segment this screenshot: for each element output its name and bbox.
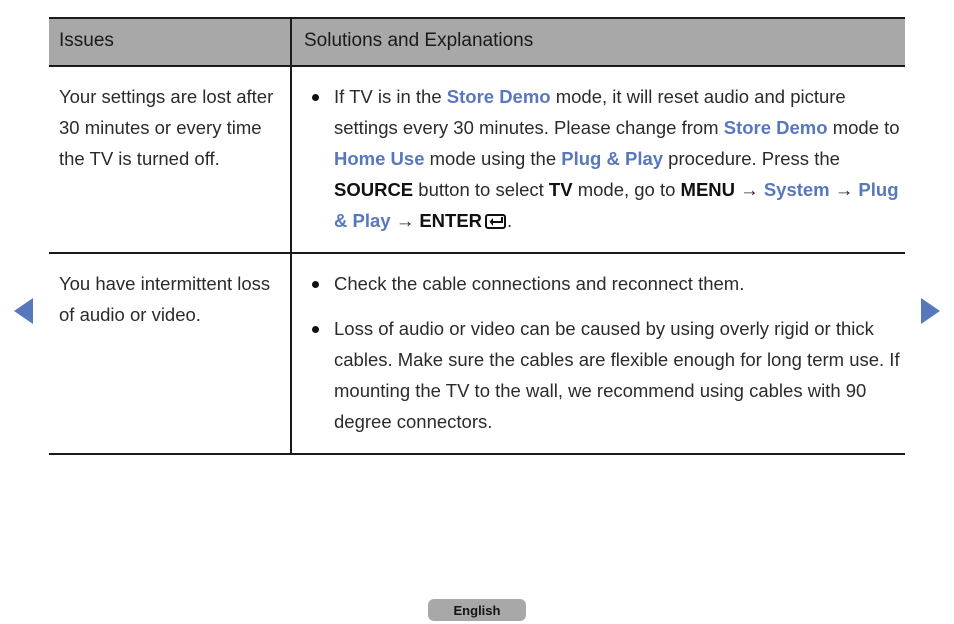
table-row: You have intermittent loss of audio or v… — [49, 252, 905, 455]
segment-text: procedure. Press the — [663, 147, 840, 169]
solution-cell: Check the cable connections and reconnec… — [290, 252, 905, 455]
segment-bold: SOURCE — [334, 178, 414, 200]
troubleshooting-table: Issues Solutions and Explanations Your s… — [49, 17, 905, 455]
segment-text: mode, go to — [572, 178, 681, 200]
column-header-issues: Issues — [49, 17, 291, 67]
segment-bold: ENTER — [419, 209, 483, 231]
segment-text: mode using the — [424, 147, 562, 169]
solution-bullet-list: If TV is in the Store Demo mode, it will… — [304, 81, 901, 236]
next-page-arrow-icon[interactable] — [921, 298, 940, 324]
segment-arrow: → — [735, 178, 764, 200]
list-item: Check the cable connections and reconnec… — [304, 268, 901, 299]
issue-text: Your settings are lost after 30 minutes … — [49, 65, 291, 254]
segment-text: Check the cable connections and reconnec… — [334, 272, 745, 294]
enter-key-icon — [485, 213, 507, 229]
segment-text: . — [507, 209, 513, 231]
solution-cell: If TV is in the Store Demo mode, it will… — [290, 65, 905, 254]
segment-arrow: → — [829, 178, 859, 200]
issue-text: You have intermittent loss of audio or v… — [49, 252, 291, 455]
language-badge: English — [428, 599, 526, 621]
segment-text: mode to — [827, 116, 900, 138]
solution-bullet-list: Check the cable connections and reconnec… — [304, 268, 901, 437]
table-body: Your settings are lost after 30 minutes … — [49, 65, 905, 455]
segment-arrow: → — [390, 209, 420, 231]
segment-highlight: Store Demo — [446, 85, 551, 107]
segment-text: button to select — [413, 178, 549, 200]
table-header: Issues Solutions and Explanations — [49, 17, 905, 67]
segment-highlight: Store Demo — [723, 116, 828, 138]
segment-highlight: Home Use — [334, 147, 425, 169]
list-item: Loss of audio or video can be caused by … — [304, 313, 901, 437]
list-item: If TV is in the Store Demo mode, it will… — [304, 81, 901, 236]
segment-highlight: System — [763, 178, 830, 200]
segment-highlight: Plug & Play — [561, 147, 664, 169]
segment-text: Loss of audio or video can be caused by … — [334, 317, 900, 432]
segment-bold: TV — [548, 178, 573, 200]
previous-page-arrow-icon[interactable] — [14, 298, 33, 324]
segment-text: If TV is in the — [334, 85, 447, 107]
table-row: Your settings are lost after 30 minutes … — [49, 65, 905, 254]
table-header-row: Issues Solutions and Explanations — [49, 17, 905, 67]
column-header-solutions: Solutions and Explanations — [290, 17, 905, 67]
segment-bold: MENU — [680, 178, 736, 200]
